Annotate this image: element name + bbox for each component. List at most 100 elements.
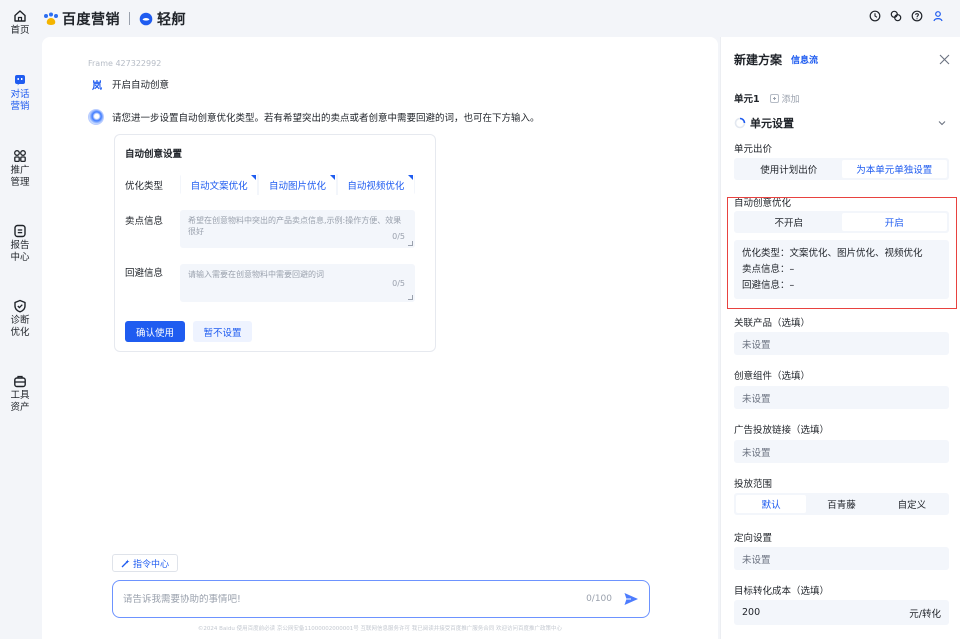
close-icon[interactable] xyxy=(939,54,950,65)
grid-icon xyxy=(14,150,26,163)
new-plan-panel: 新建方案 信息流 单元1 添加 单元设置 单元出价 使用计划出价 为本单元单独设… xyxy=(720,37,960,639)
unit-settings-header[interactable]: 单元设置 xyxy=(734,115,794,131)
card-title: 自动创意设置 xyxy=(125,149,183,160)
range-option-default[interactable]: 默认 xyxy=(736,495,807,513)
optimize-type-options: 自动文案优化 自动图片优化 自动视频优化 xyxy=(180,174,415,195)
nav-item-promotion[interactable]: 推广管理 xyxy=(0,149,40,189)
resize-handle-icon[interactable] xyxy=(408,295,413,300)
logo-divider xyxy=(129,12,130,25)
home-icon xyxy=(14,10,26,22)
unit-settings-label: 单元设置 xyxy=(750,117,794,130)
unit-tabs: 单元1 添加 xyxy=(734,91,800,105)
nav-item-report[interactable]: 报告中心 xyxy=(0,224,40,264)
delivery-range-toggle: 默认 百青藤 自定义 xyxy=(734,493,949,515)
nav-label-report: 报告中心 xyxy=(10,240,30,263)
range-option-baiqingteng[interactable]: 百青藤 xyxy=(806,495,876,513)
toolbox-icon xyxy=(14,375,26,388)
avoid-words-count: 0/5 xyxy=(392,279,405,288)
delivery-range-label: 投放范围 xyxy=(734,479,773,490)
option-copy-optimize[interactable]: 自动文案优化 xyxy=(181,174,258,195)
target-cost-label: 目标转化成本（选填） xyxy=(734,586,830,597)
product-logo-text: 轻舸 xyxy=(157,11,186,28)
progress-ring-icon xyxy=(734,117,746,129)
plus-icon xyxy=(769,93,779,103)
chat-icon xyxy=(15,75,25,86)
help-icon[interactable] xyxy=(911,10,923,22)
magic-wand-icon xyxy=(121,559,130,567)
selling-point-placeholder: 希望在创意物料中突出的产品卖点信息,示例:操作方便、效果很好 xyxy=(188,216,402,236)
brand-logo-text: 百度营销 xyxy=(62,11,120,28)
command-center-label: 指令中心 xyxy=(133,559,170,570)
targeting-field[interactable]: 未设置 xyxy=(734,547,949,570)
targeting-label: 定向设置 xyxy=(734,533,773,544)
user-icon[interactable] xyxy=(932,10,944,22)
nav-item-tools[interactable]: 工具资产 xyxy=(0,374,40,414)
add-unit-label: 添加 xyxy=(781,94,800,105)
creative-component-field[interactable]: 未设置 xyxy=(734,386,949,409)
target-cost-field[interactable]: 200 元/转化 xyxy=(734,600,949,625)
chat-char-count: 0/100 xyxy=(586,594,612,604)
selling-point-input[interactable]: 希望在创意物料中突出的产品卖点信息,示例:操作方便、效果很好 0/5 xyxy=(180,210,415,248)
option-video-optimize[interactable]: 自动视频优化 xyxy=(337,174,414,195)
unit-bid-toggle: 使用计划出价 为本单元单独设置 xyxy=(734,158,949,180)
nav-label-diagnosis: 诊断优化 xyxy=(10,315,30,338)
auto-creative-card: 自动创意设置 优化类型 自动文案优化 自动图片优化 自动视频优化 卖点信息 希望… xyxy=(114,134,436,352)
user-message: 开启自动创意 xyxy=(112,80,170,91)
send-icon[interactable] xyxy=(623,591,639,607)
selling-point-count: 0/5 xyxy=(392,232,405,241)
bot-avatar-icon xyxy=(88,109,104,125)
ad-link-field[interactable]: 未设置 xyxy=(734,440,949,463)
report-icon xyxy=(14,224,26,238)
target-cost-unit: 元/转化 xyxy=(909,608,941,620)
feed-tag: 信息流 xyxy=(791,56,819,66)
panel-title: 新建方案 xyxy=(734,53,783,67)
chevron-down-icon[interactable] xyxy=(937,118,947,128)
nav-label-tools: 工具资产 xyxy=(10,390,30,413)
add-unit-button[interactable]: 添加 xyxy=(769,92,800,105)
bot-message-row: 请您进一步设置自动创意优化类型。若有希望突出的卖点或者创意中需要回避的词，也可在… xyxy=(88,109,540,125)
shield-icon xyxy=(14,299,26,313)
chat-input-box[interactable]: 0/100 xyxy=(112,580,650,618)
user-message-row: 岚 开启自动创意 xyxy=(90,77,170,92)
command-center-button[interactable]: 指令中心 xyxy=(112,554,179,572)
highlight-box xyxy=(727,197,957,309)
copy-icon[interactable] xyxy=(890,10,902,22)
unit-bid-label: 单元出价 xyxy=(734,144,773,155)
nav-label-chat: 对话营销 xyxy=(10,89,30,112)
optimize-type-label: 优化类型 xyxy=(125,181,164,192)
unit-tab-1[interactable]: 单元1 xyxy=(734,91,760,105)
clock-icon[interactable] xyxy=(869,10,881,22)
frame-label: Frame 427322992 xyxy=(88,59,162,68)
conversation-area: Frame 427322992 岚 开启自动创意 请您进一步设置自动创意优化类型… xyxy=(42,37,718,639)
avoid-words-label: 回避信息 xyxy=(125,268,164,279)
related-product-field[interactable]: 未设置 xyxy=(734,332,949,355)
user-avatar: 岚 xyxy=(92,80,102,92)
skip-setting-button[interactable]: 暂不设置 xyxy=(193,321,252,342)
nav-item-diagnosis[interactable]: 诊断优化 xyxy=(0,299,40,339)
nav-label-home: 首页 xyxy=(10,25,30,36)
baidu-logo-icon xyxy=(43,12,59,26)
bid-option-plan[interactable]: 使用计划出价 xyxy=(736,160,842,178)
nav-item-chat[interactable]: 对话营销 xyxy=(0,73,40,113)
chat-input[interactable] xyxy=(123,593,563,605)
bid-option-unit[interactable]: 为本单元单独设置 xyxy=(841,160,947,178)
range-option-custom[interactable]: 自定义 xyxy=(877,495,947,513)
ad-link-label: 广告投放链接（选填） xyxy=(734,425,830,436)
nav-item-home[interactable]: 首页 xyxy=(0,9,40,37)
resize-handle-icon[interactable] xyxy=(408,241,413,246)
qingge-logo-icon xyxy=(139,12,153,26)
selling-point-label: 卖点信息 xyxy=(125,216,164,227)
footer-text: ©2024 Baidu 使用百度前必读 京公网安备11000002000001号… xyxy=(197,626,563,632)
related-product-label: 关联产品（选填） xyxy=(734,318,811,329)
left-nav: 首页 对话营销 推广管理 报告中心 诊断优化 工具资产 xyxy=(0,0,40,639)
target-cost-value: 200 xyxy=(742,607,761,618)
option-image-optimize[interactable]: 自动图片优化 xyxy=(259,174,336,195)
nav-label-promotion: 推广管理 xyxy=(10,165,30,188)
avoid-words-input[interactable]: 请输入需要在创意物料中需要回避的词 0/5 xyxy=(180,264,415,302)
avoid-words-placeholder: 请输入需要在创意物料中需要回避的词 xyxy=(188,270,324,279)
bot-message: 请您进一步设置自动创意优化类型。若有希望突出的卖点或者创意中需要回避的词，也可在… xyxy=(112,113,540,124)
top-bar: 百度营销 轻舸 xyxy=(40,0,960,37)
confirm-use-button[interactable]: 确认使用 xyxy=(125,321,185,342)
creative-component-label: 创意组件（选填） xyxy=(734,371,811,382)
top-toolbar xyxy=(869,10,944,22)
